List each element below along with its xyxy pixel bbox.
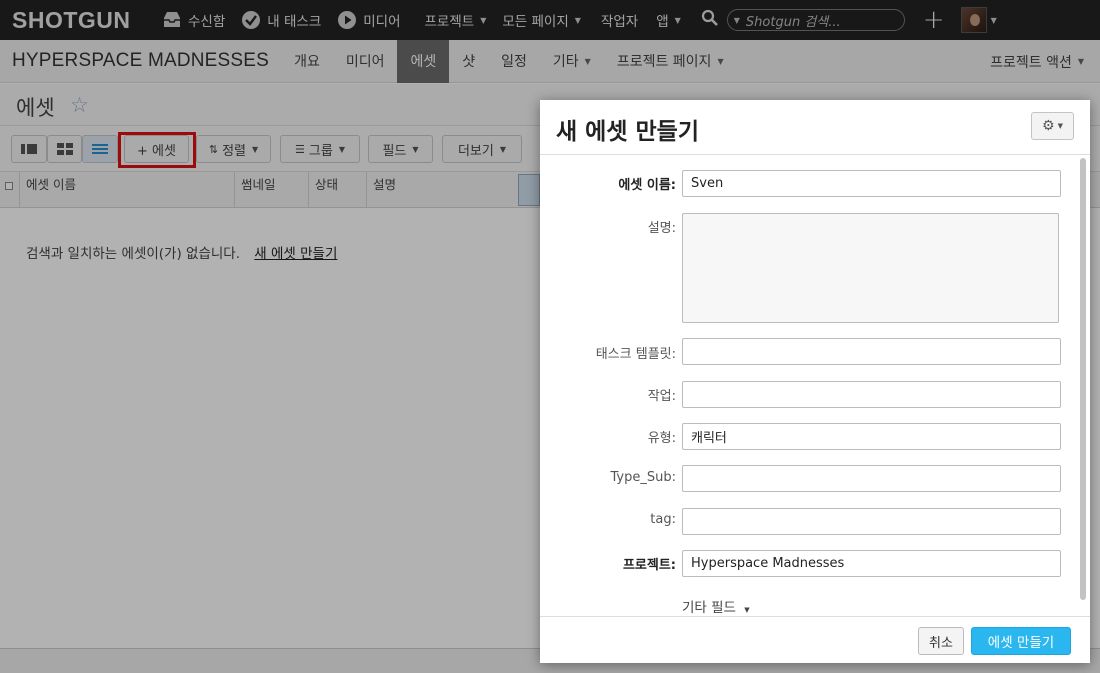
dialog-title: 새 에셋 만들기 xyxy=(556,119,699,145)
type-input[interactable]: 캐릭터 xyxy=(682,423,1061,450)
work-label: 작업: xyxy=(647,389,676,404)
type-sub-label: Type_Sub: xyxy=(610,470,676,485)
type-label: 유형: xyxy=(647,431,676,446)
more-fields-label: 기타 필드 xyxy=(682,600,736,616)
dialog-body: 에셋 이름: Sven 설명: 태스크 템플릿: 작업: 유형: 캐릭터 Typ… xyxy=(540,156,1090,616)
dialog-footer: 취소 에셋 만들기 xyxy=(540,616,1090,663)
settings-button[interactable]: ⚙ ▼ xyxy=(1031,112,1074,140)
create-asset-button[interactable]: 에셋 만들기 xyxy=(971,627,1071,655)
caret-down-icon: ▼ xyxy=(1057,122,1063,130)
caret-down-icon: ▼ xyxy=(744,606,750,614)
asset-name-label: 에셋 이름: xyxy=(618,178,676,193)
dialog-header: 새 에셋 만들기 ⚙ ▼ xyxy=(540,100,1090,155)
dialog-scrollbar[interactable] xyxy=(1080,158,1086,600)
cancel-button[interactable]: 취소 xyxy=(918,627,964,655)
description-textarea[interactable] xyxy=(682,213,1059,323)
description-label: 설명: xyxy=(647,221,676,236)
more-fields-toggle[interactable]: 기타 필드 ▼ xyxy=(682,596,750,616)
type-sub-input[interactable] xyxy=(682,465,1061,492)
task-template-label: 태스크 템플릿: xyxy=(595,347,676,362)
task-template-input[interactable] xyxy=(682,338,1061,365)
project-input[interactable]: Hyperspace Madnesses xyxy=(682,550,1061,577)
tag-input[interactable] xyxy=(682,508,1061,535)
new-asset-dialog: 새 에셋 만들기 ⚙ ▼ 에셋 이름: Sven 설명: 태스크 템플릿: 작업… xyxy=(540,100,1090,663)
project-label: 프로젝트: xyxy=(622,558,676,573)
gear-icon: ⚙ xyxy=(1042,118,1055,134)
asset-name-input[interactable]: Sven xyxy=(682,170,1061,197)
work-input[interactable] xyxy=(682,381,1061,408)
tag-label: tag: xyxy=(650,512,676,527)
